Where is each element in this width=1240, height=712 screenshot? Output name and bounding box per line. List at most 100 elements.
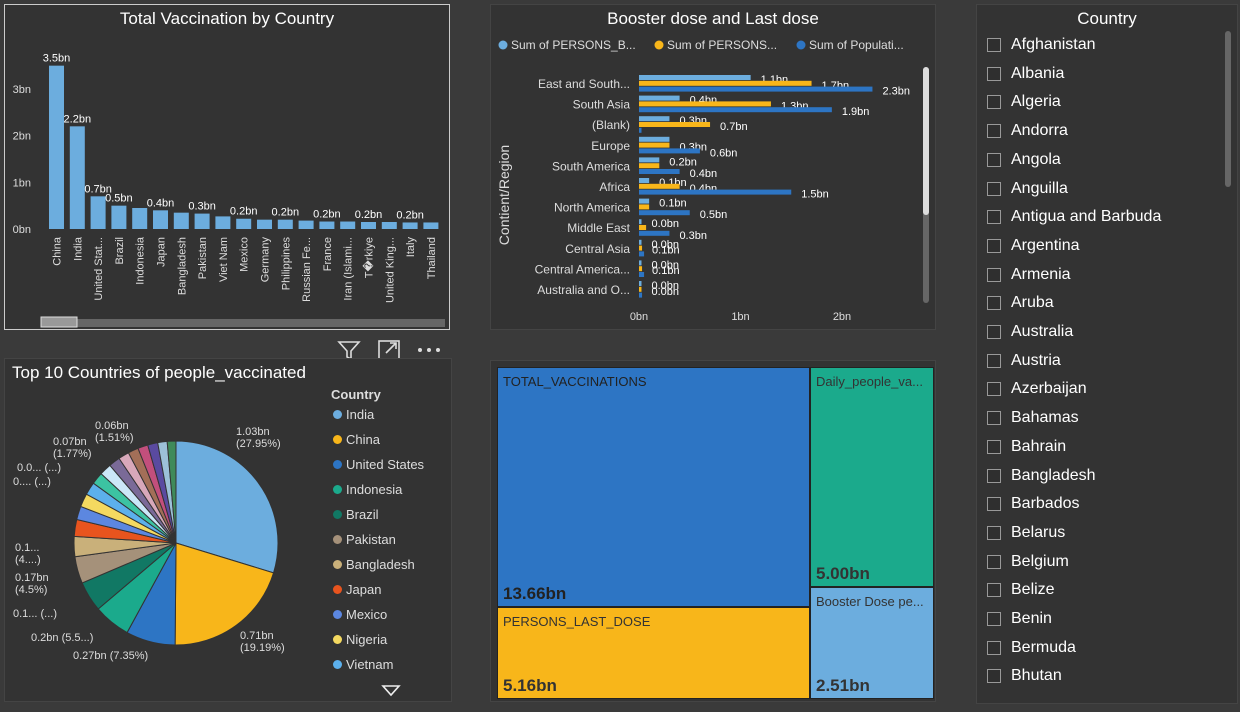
checkbox[interactable] xyxy=(987,583,1001,598)
slicer-item[interactable]: Armenia xyxy=(987,263,1071,287)
slicer-item[interactable]: Belarus xyxy=(987,521,1065,545)
treemap-label: PERSONS_LAST_DOSE xyxy=(503,614,651,629)
treemap-tile[interactable]: Daily_people_va... 5.00bn xyxy=(810,367,934,587)
legend-marker xyxy=(333,510,342,519)
checkbox[interactable] xyxy=(987,554,1001,569)
y-tick-label: 0bn xyxy=(13,224,31,236)
bar xyxy=(132,208,148,229)
slicer-item[interactable]: Bahrain xyxy=(987,435,1066,459)
checkbox[interactable] xyxy=(987,38,1001,52)
checkbox[interactable] xyxy=(987,95,1001,110)
checkbox[interactable] xyxy=(987,612,1001,626)
checkbox[interactable] xyxy=(987,267,1001,282)
legend-label: Indonesia xyxy=(346,482,403,497)
legend-item[interactable]: India xyxy=(333,407,374,422)
checkbox[interactable] xyxy=(987,325,1001,339)
checkbox[interactable] xyxy=(987,66,1001,81)
x-tick-label: Bangladesh xyxy=(176,237,188,295)
bar xyxy=(639,86,873,92)
treemap: TOTAL_VACCINATIONS 13.66bn Daily_people_va… xyxy=(497,367,934,699)
pie-data-label: (1.77%) xyxy=(53,448,92,460)
legend-item[interactable]: Nigeria xyxy=(333,632,387,647)
legend-item[interactable]: Bangladesh xyxy=(333,557,415,572)
y-tick-label: 2bn xyxy=(13,131,31,143)
slicer-item-label: Bermuda xyxy=(1011,638,1076,656)
checkbox[interactable] xyxy=(987,238,1001,253)
slicer-item[interactable]: Barbados xyxy=(987,492,1080,516)
slicer-item-label: Belize xyxy=(1011,581,1055,599)
legend-item[interactable]: United States xyxy=(333,457,424,472)
legend-item[interactable]: Brazil xyxy=(333,507,379,522)
slicer-item[interactable]: Australia xyxy=(987,320,1073,344)
checkbox[interactable] xyxy=(987,669,1001,684)
bar xyxy=(639,101,771,107)
x-tick-label: Indonesia xyxy=(135,236,147,285)
slicer-item-label: Belgium xyxy=(1011,552,1069,570)
pie-data-label: 0.1... (...) xyxy=(13,608,57,620)
slicer-item[interactable]: Bhutan xyxy=(987,664,1062,688)
slicer-item[interactable]: Albania xyxy=(987,62,1064,86)
checkbox[interactable] xyxy=(987,411,1001,426)
legend-item[interactable]: Pakistan xyxy=(333,532,396,547)
x-tick-label: Japan xyxy=(156,237,168,267)
slicer-scrollbar[interactable] xyxy=(1225,31,1231,187)
checkbox[interactable] xyxy=(987,296,1001,311)
legend-scroll-down-icon[interactable] xyxy=(381,683,401,697)
slicer-item[interactable]: Angola xyxy=(987,148,1061,172)
checkbox[interactable] xyxy=(987,468,1001,483)
legend-title: Country xyxy=(331,387,381,402)
slicer-item-label: Albania xyxy=(1011,64,1065,82)
slicer-item[interactable]: Benin xyxy=(987,607,1052,631)
slicer-item[interactable]: Argentina xyxy=(987,234,1080,258)
legend-item[interactable]: Indonesia xyxy=(333,482,402,497)
legend-marker xyxy=(333,435,342,444)
checkbox[interactable] xyxy=(987,497,1001,512)
pie-data-label: 0.... (...) xyxy=(13,476,51,488)
slicer-item[interactable]: Bermuda xyxy=(987,636,1076,660)
slicer-item[interactable]: Belgium xyxy=(987,550,1069,574)
checkbox[interactable] xyxy=(987,152,1001,167)
slicer-item-label: Bahrain xyxy=(1011,437,1067,455)
slicer-item[interactable]: Azerbaijan xyxy=(987,377,1087,401)
checkbox[interactable] xyxy=(987,640,1001,655)
legend-marker xyxy=(333,635,342,644)
checkbox[interactable] xyxy=(987,181,1001,196)
slicer-item[interactable]: Austria xyxy=(987,349,1061,373)
legend-marker xyxy=(333,535,342,544)
checkbox[interactable] xyxy=(987,124,1001,139)
checkbox[interactable] xyxy=(987,382,1001,397)
slicer-item[interactable]: Andorra xyxy=(987,119,1068,143)
checkbox[interactable] xyxy=(987,525,1001,540)
bar xyxy=(111,205,127,229)
bar-data-label: 0.2bn xyxy=(669,156,697,168)
slicer-item[interactable]: Algeria xyxy=(987,90,1061,114)
legend-label: United States xyxy=(346,457,425,472)
slicer-item[interactable]: Antigua and Barbuda xyxy=(987,205,1161,229)
legend-label: Brazil xyxy=(346,507,379,522)
treemap-tile[interactable]: PERSONS_LAST_DOSE 5.16bn xyxy=(497,607,810,699)
pie-data-label: 0.27bn (7.35%) xyxy=(73,650,148,662)
slicer-item[interactable]: Afghanistan xyxy=(987,33,1096,57)
slicer-item[interactable]: Aruba xyxy=(987,291,1054,315)
x-tick-label: 0bn xyxy=(630,311,648,323)
slicer-item-label: Australia xyxy=(1011,323,1074,340)
treemap-tile[interactable]: TOTAL_VACCINATIONS 13.66bn xyxy=(497,367,810,607)
slicer-item[interactable]: Bangladesh xyxy=(987,464,1096,488)
legend-item[interactable]: Vietnam xyxy=(333,657,393,672)
treemap-value: 5.00bn xyxy=(816,564,870,583)
pie-data-label: 0.2bn (5.5...) xyxy=(31,632,93,644)
treemap-tile[interactable]: Booster Dose pe... 2.51bn xyxy=(810,587,934,699)
legend-marker xyxy=(333,460,342,469)
pie-data-label: (19.19%) xyxy=(240,642,285,654)
legend-item[interactable]: Japan xyxy=(333,582,381,597)
legend-item[interactable]: China xyxy=(333,432,380,447)
bar-data-label: 0.2bn xyxy=(355,209,383,221)
checkbox[interactable] xyxy=(987,353,1001,368)
slicer-item[interactable]: Belize xyxy=(987,578,1055,602)
slicer-item[interactable]: Bahamas xyxy=(987,406,1079,430)
bar xyxy=(639,178,650,183)
checkbox[interactable] xyxy=(987,210,1001,225)
legend-item[interactable]: Mexico xyxy=(333,607,387,622)
checkbox[interactable] xyxy=(987,439,1001,454)
slicer-item[interactable]: Anguilla xyxy=(987,177,1068,201)
